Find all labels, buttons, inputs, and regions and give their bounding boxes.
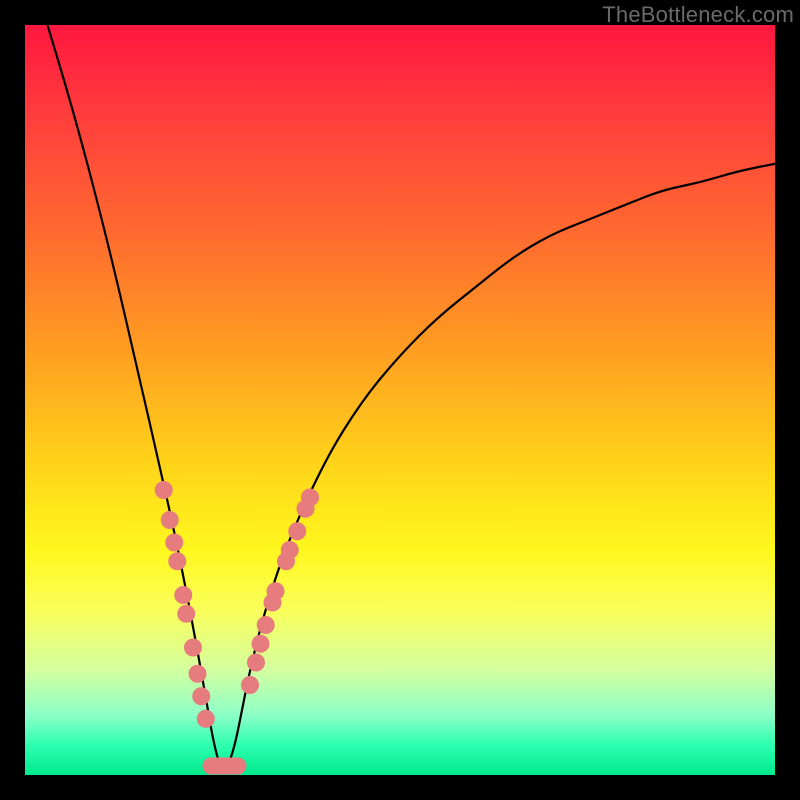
bottleneck-curve	[48, 25, 776, 768]
data-point-marker	[257, 616, 275, 634]
data-point-marker	[301, 489, 319, 507]
data-point-marker	[184, 639, 202, 657]
data-point-marker	[247, 654, 265, 672]
chart-area	[25, 25, 775, 775]
data-point-marker	[174, 586, 192, 604]
watermark-text: TheBottleneck.com	[602, 2, 794, 28]
chart-svg	[25, 25, 775, 775]
data-point-marker	[197, 710, 215, 728]
data-point-marker	[267, 582, 285, 600]
marker-group	[155, 481, 319, 728]
data-point-marker	[165, 534, 183, 552]
data-point-marker	[241, 676, 259, 694]
data-point-marker	[281, 541, 299, 559]
data-point-marker	[168, 552, 186, 570]
data-point-marker	[189, 665, 207, 683]
data-point-marker	[192, 687, 210, 705]
data-point-marker	[252, 635, 270, 653]
data-point-marker	[161, 511, 179, 529]
data-point-marker	[177, 605, 195, 623]
data-point-marker	[155, 481, 173, 499]
data-point-marker	[288, 522, 306, 540]
